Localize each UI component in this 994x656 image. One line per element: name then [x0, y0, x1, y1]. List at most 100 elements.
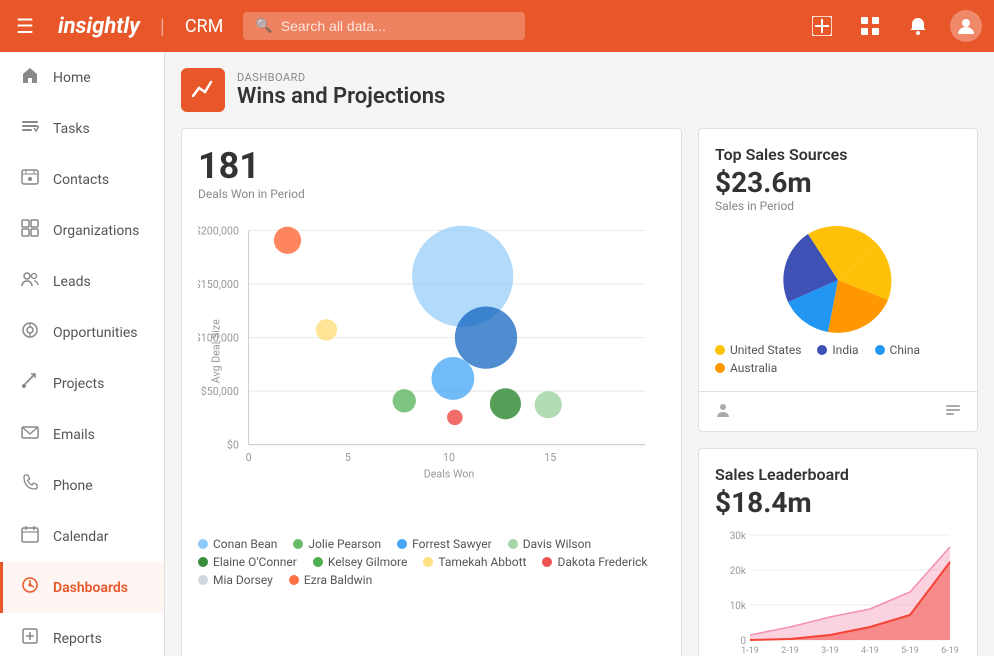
leads-icon: [19, 270, 41, 293]
leaderboard-title: Sales Leaderboard: [715, 465, 961, 484]
svg-text:10: 10: [443, 451, 455, 464]
line-chart-container: 30k 20k 10k 0: [715, 527, 961, 656]
leaderboard-body: Sales Leaderboard $18.4m 30k 20k 10k 0: [699, 449, 977, 656]
sidebar-item-tasks[interactable]: Tasks: [0, 103, 164, 154]
user-footer-icon-2: [715, 402, 731, 422]
sidebar-item-home[interactable]: Home: [0, 52, 164, 103]
sidebar-item-opportunities[interactable]: Opportunities: [0, 307, 164, 358]
main-chart-card: 181 Deals Won in Period $200,000 $150,00…: [181, 128, 682, 656]
legend-india: India: [817, 343, 858, 357]
dashboard-grid: 181 Deals Won in Period $200,000 $150,00…: [181, 128, 978, 656]
search-bar[interactable]: 🔍: [243, 12, 524, 40]
dashboard-icon: [181, 68, 225, 112]
top-sales-title: Top Sales Sources: [715, 145, 961, 164]
app-name: CRM: [177, 16, 232, 37]
search-input[interactable]: [281, 18, 513, 34]
projects-icon: [19, 372, 41, 395]
search-icon: 🔍: [255, 18, 272, 34]
sidebar-label-tasks: Tasks: [53, 121, 90, 137]
phone-icon: [19, 474, 41, 497]
legend-item-kelsey: Kelsey Gilmore: [313, 555, 408, 569]
calendar-icon: [19, 525, 41, 548]
legend-item-ezra: Ezra Baldwin: [289, 573, 372, 587]
header-actions: [806, 10, 982, 42]
svg-text:6-19: 6-19: [941, 646, 959, 656]
dashboard-header: DASHBOARD Wins and Projections: [181, 68, 978, 112]
svg-text:3-19: 3-19: [821, 646, 839, 656]
top-sales-amount: $23.6m: [715, 166, 961, 199]
sidebar: Home Tasks Contacts Organizations Leads: [0, 52, 165, 656]
legend-item-conan: Conan Bean: [198, 537, 277, 551]
dashboard-title: Wins and Projections: [237, 84, 445, 109]
svg-text:4-19: 4-19: [861, 646, 879, 656]
svg-text:20k: 20k: [730, 566, 747, 577]
svg-text:Avg Deal Size: Avg Deal Size: [209, 319, 222, 383]
notification-bell-icon[interactable]: [902, 10, 934, 42]
list-footer-icon-2: [945, 402, 961, 422]
sidebar-item-leads[interactable]: Leads: [0, 256, 164, 307]
top-sales-body: Top Sales Sources $23.6m Sales in Period: [699, 129, 977, 391]
leaderboard-card: Sales Leaderboard $18.4m 30k 20k 10k 0: [698, 448, 978, 656]
hamburger-icon[interactable]: ☰: [12, 10, 38, 42]
dashboard-title-group: DASHBOARD Wins and Projections: [237, 71, 445, 109]
sidebar-item-contacts[interactable]: Contacts: [0, 154, 164, 205]
emails-icon: [19, 423, 41, 446]
legend-item-mia: Mia Dorsey: [198, 573, 273, 587]
svg-text:5-19: 5-19: [901, 646, 919, 656]
sidebar-label-opportunities: Opportunities: [53, 325, 138, 341]
home-icon: [19, 66, 41, 89]
legend-item-forrest: Forrest Sawyer: [397, 537, 492, 551]
svg-text:10k: 10k: [730, 601, 747, 612]
sidebar-item-projects[interactable]: Projects: [0, 358, 164, 409]
svg-text:$0: $0: [227, 439, 239, 452]
sidebar-item-organizations[interactable]: Organizations: [0, 205, 164, 256]
sidebar-label-organizations: Organizations: [53, 223, 139, 239]
legend-item-tamekah: Tamekah Abbott: [423, 555, 526, 569]
contacts-icon: [19, 168, 41, 191]
opportunities-icon: [19, 321, 41, 344]
organizations-icon: [19, 219, 41, 242]
deals-won-label: Deals Won in Period: [198, 187, 665, 201]
logo-divider: |: [160, 14, 165, 38]
dashboards-icon: [19, 576, 41, 599]
sidebar-item-dashboards[interactable]: Dashboards: [0, 562, 164, 613]
svg-text:1-19: 1-19: [741, 646, 759, 656]
sidebar-item-reports[interactable]: Reports: [0, 613, 164, 656]
sidebar-label-home: Home: [53, 70, 91, 86]
svg-text:30k: 30k: [730, 531, 747, 542]
sidebar-label-projects: Projects: [53, 376, 104, 392]
deals-won-metric: 181: [198, 145, 665, 187]
sidebar-item-phone[interactable]: Phone: [0, 460, 164, 511]
sidebar-label-phone: Phone: [53, 478, 93, 494]
svg-text:0: 0: [246, 451, 252, 464]
user-avatar[interactable]: [950, 10, 982, 42]
sidebar-label-emails: Emails: [53, 427, 95, 443]
sidebar-label-calendar: Calendar: [53, 529, 109, 545]
sidebar-label-contacts: Contacts: [53, 172, 109, 188]
sidebar-label-dashboards: Dashboards: [53, 580, 128, 596]
svg-text:Deals Won: Deals Won: [424, 468, 475, 481]
legend-china: China: [875, 343, 921, 357]
bubble-chart: $200,000 $150,000 $100,000 $50,000 $0 Av…: [198, 209, 665, 529]
legend-us: United States: [715, 343, 801, 357]
grid-icon[interactable]: [854, 10, 886, 42]
sidebar-label-leads: Leads: [53, 274, 91, 290]
svg-text:$50,000: $50,000: [201, 385, 239, 398]
top-sales-period: Sales in Period: [715, 199, 961, 213]
svg-text:$200,000: $200,000: [198, 224, 239, 237]
svg-text:2-19: 2-19: [781, 646, 799, 656]
sidebar-label-reports: Reports: [53, 631, 102, 647]
svg-text:$150,000: $150,000: [198, 278, 239, 291]
sidebar-item-emails[interactable]: Emails: [0, 409, 164, 460]
add-button[interactable]: [806, 10, 838, 42]
top-sales-card: Top Sales Sources $23.6m Sales in Period: [698, 128, 978, 432]
dashboard-label: DASHBOARD: [237, 71, 445, 84]
sidebar-item-calendar[interactable]: Calendar: [0, 511, 164, 562]
main-content: DASHBOARD Wins and Projections 181 Deals…: [165, 52, 994, 656]
legend-australia: Australia: [715, 361, 777, 375]
logo: insightly: [50, 14, 148, 39]
pie-legend: United States India China: [715, 343, 961, 375]
app-body: Home Tasks Contacts Organizations Leads: [0, 52, 994, 656]
chart-legend: Conan Bean Jolie Pearson Forrest Sawyer: [198, 529, 665, 595]
legend-item-dakota: Dakota Frederick: [542, 555, 647, 569]
